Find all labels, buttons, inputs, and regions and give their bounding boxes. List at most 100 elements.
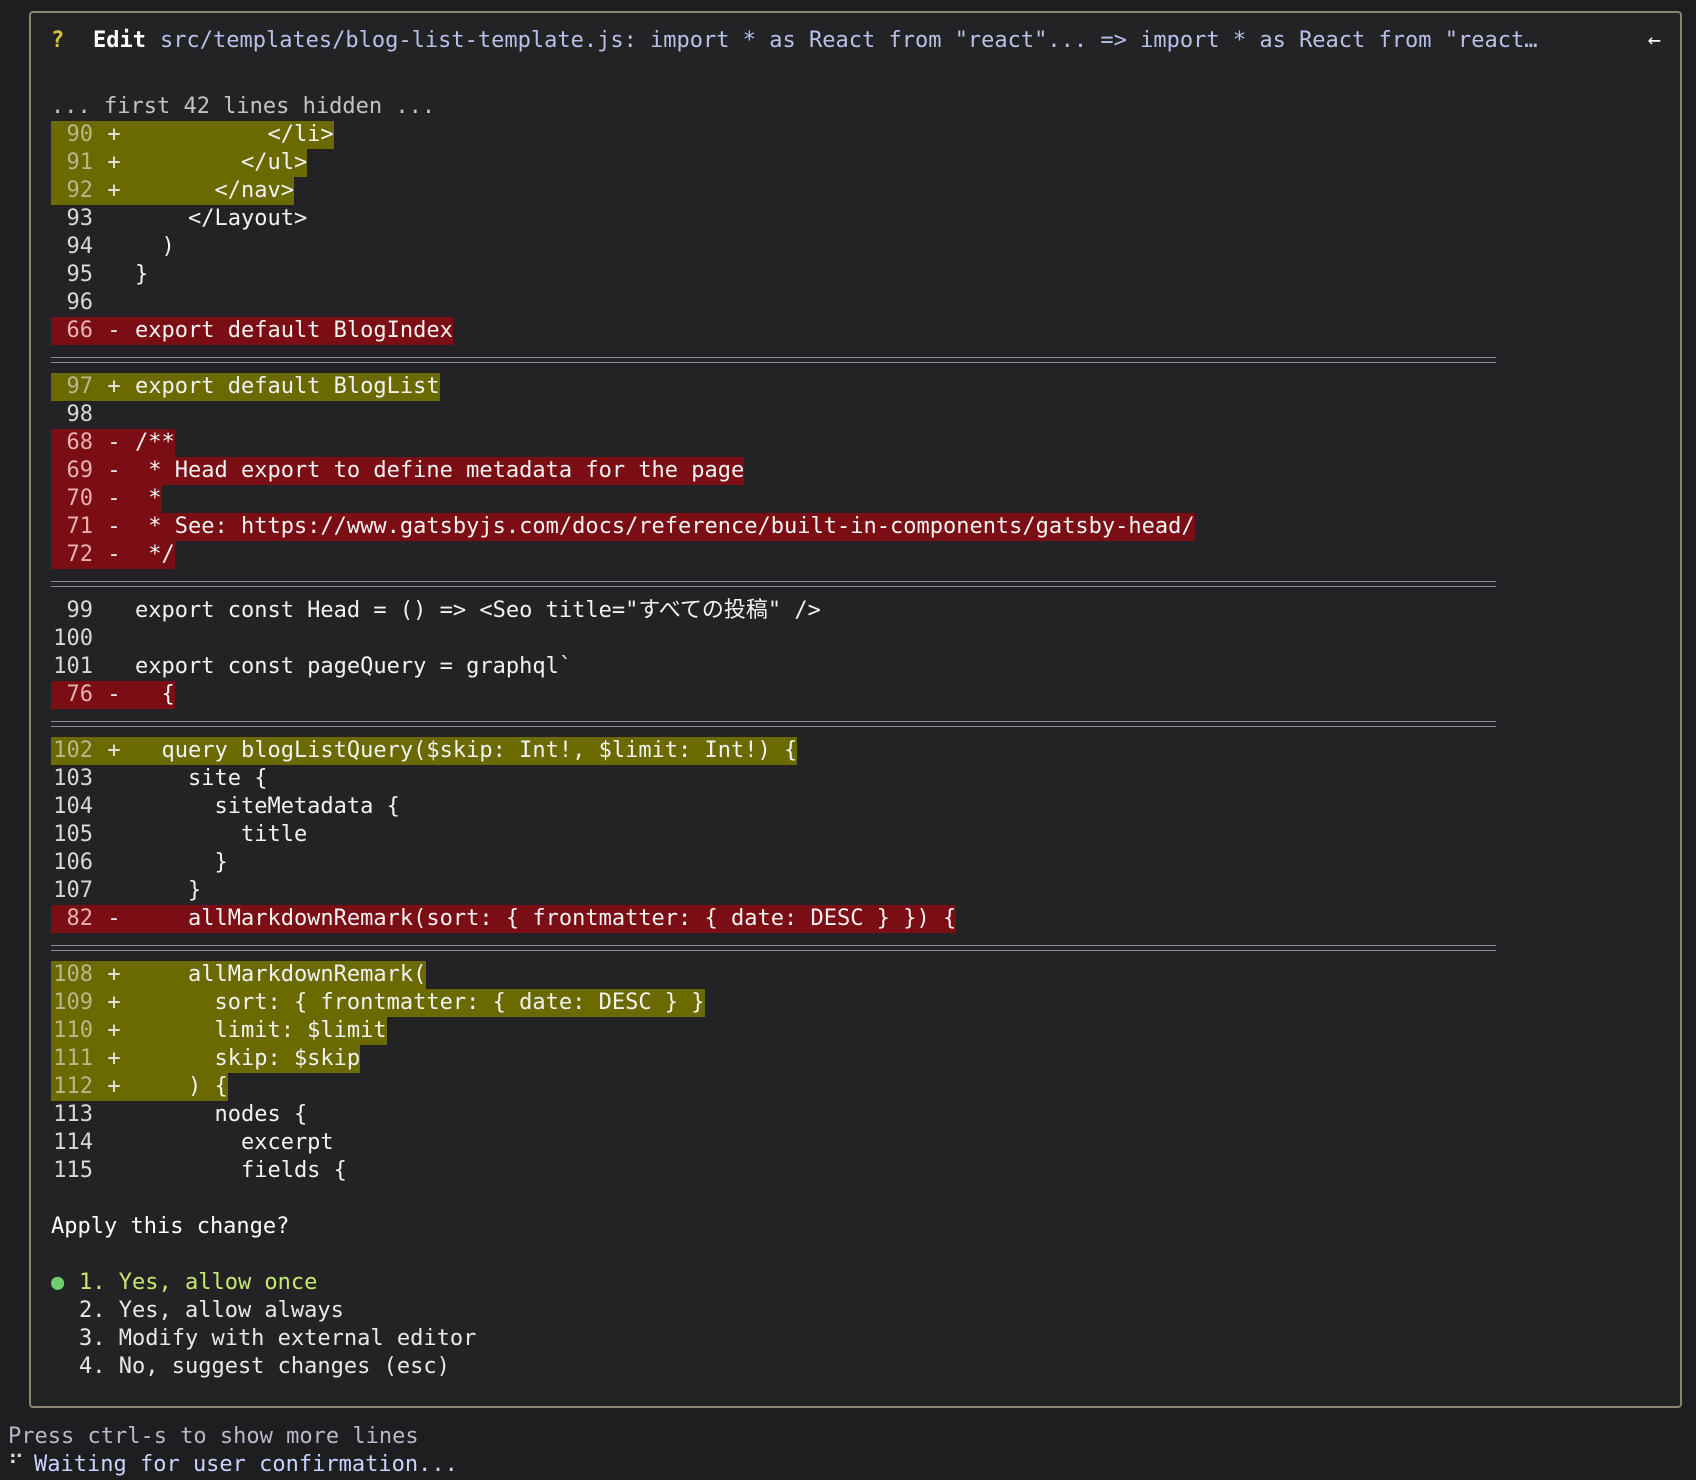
- line-number: 112: [53, 1074, 93, 1099]
- line-number: 114: [53, 1130, 93, 1155]
- diff-marker: -: [107, 542, 121, 567]
- diff-line-added: 112 + ) {: [51, 1073, 1195, 1101]
- diff-line-context: 114 excerpt: [51, 1129, 1195, 1157]
- apply-prompt: Apply this change?: [51, 1214, 290, 1239]
- line-number: 115: [53, 1158, 93, 1183]
- line-number: 101: [53, 654, 93, 679]
- option-item[interactable]: ● 1. Yes, allow once: [51, 1269, 476, 1297]
- diff-marker: +: [107, 1046, 121, 1071]
- option-label: 1. Yes, allow once: [79, 1270, 318, 1295]
- diff-line-context: 106 }: [51, 849, 1195, 877]
- question-icon: ?: [51, 28, 65, 53]
- diff-line-added: 110 + limit: $limit: [51, 1017, 1195, 1045]
- diff-view: 90 + </li> 91 + </ul> 92 + </nav> 93 </Layout>…: [51, 121, 1496, 1185]
- code-text: *: [135, 486, 162, 511]
- diff-marker: [93, 653, 135, 681]
- code-text: }: [135, 262, 149, 287]
- line-number: 102: [53, 738, 93, 763]
- diff-marker: [93, 821, 135, 849]
- code-text: query blogListQuery($skip: Int!, $limit:…: [135, 738, 798, 763]
- diff-line-context: 103 site {: [51, 765, 1195, 793]
- diff-line-removed: 70- *: [51, 485, 1195, 513]
- option-label: 2. Yes, allow always: [79, 1298, 344, 1323]
- code-text: allMarkdownRemark(sort: { frontmatter: {…: [135, 906, 957, 931]
- code-text: title: [135, 822, 308, 847]
- code-text: {: [135, 682, 175, 707]
- line-number: 111: [53, 1046, 93, 1071]
- diff-line-removed: 71- * See: https://www.gatsbyjs.com/docs…: [51, 513, 1195, 541]
- diff-marker: +: [107, 990, 121, 1015]
- line-number: 69: [66, 458, 94, 483]
- code-text: </Layout>: [135, 206, 308, 231]
- diff-marker: [93, 1101, 135, 1129]
- code-text: export default BlogIndex: [135, 318, 453, 343]
- diff-marker: +: [107, 122, 121, 147]
- line-number: 94: [66, 234, 94, 259]
- line-number: 107: [53, 878, 93, 903]
- diff-line-removed: 68-/**: [51, 429, 1195, 457]
- diff-marker: +: [107, 738, 121, 763]
- hunk-separator: [51, 345, 1496, 373]
- line-number: 99: [66, 598, 94, 623]
- diff-marker: [93, 625, 135, 653]
- line-number: 66: [66, 318, 94, 343]
- code-text: sort: { frontmatter: { date: DESC } }: [135, 990, 705, 1015]
- line-number: 71: [66, 514, 94, 539]
- diff-marker: [93, 401, 135, 429]
- diff-marker: [93, 261, 135, 289]
- hunk-separator: [51, 709, 1496, 737]
- line-number: 76: [66, 682, 94, 707]
- hunk-separator: [51, 933, 1496, 961]
- line-number: 96: [66, 290, 94, 315]
- options-list: ● 1. Yes, allow once 2. Yes, allow always 3…: [51, 1269, 476, 1381]
- diff-line-added: 92 + </nav>: [51, 177, 1195, 205]
- diff-marker: +: [107, 178, 121, 203]
- diff-line-removed: 72- */: [51, 541, 1195, 569]
- diff-marker: [93, 849, 135, 877]
- hunk-separator: [51, 569, 1496, 597]
- code-text: ) {: [135, 1074, 228, 1099]
- diff-marker: [93, 233, 135, 261]
- diff-line-context: 95 }: [51, 261, 1195, 289]
- line-number: 103: [53, 766, 93, 791]
- option-item[interactable]: 3. Modify with external editor: [51, 1325, 476, 1353]
- code-text: limit: $limit: [135, 1018, 387, 1043]
- code-text: export const pageQuery = graphql`: [135, 654, 573, 679]
- hidden-lines-note: ... first 42 lines hidden ...: [51, 94, 436, 119]
- tool-name: Edit: [93, 28, 146, 53]
- diff-marker: -: [107, 906, 121, 931]
- option-item[interactable]: 2. Yes, allow always: [51, 1297, 476, 1325]
- line-number: 90: [66, 122, 94, 147]
- code-text: }: [135, 850, 228, 875]
- diff-line-added: 90 + </li>: [51, 121, 1195, 149]
- code-text: fields {: [135, 1158, 347, 1183]
- show-more-hint: Press ctrl-s to show more lines: [8, 1424, 419, 1449]
- diff-marker: [93, 877, 135, 905]
- diff-line-context: 100: [51, 625, 1195, 653]
- line-number: 113: [53, 1102, 93, 1127]
- code-text: export const Head = () => <Seo title="すべ…: [135, 598, 821, 623]
- diff-marker: -: [107, 318, 121, 343]
- code-text: ): [135, 234, 175, 259]
- diff-line-context: 94 ): [51, 233, 1195, 261]
- diff-marker: [93, 765, 135, 793]
- diff-marker: [93, 1157, 135, 1185]
- code-text: allMarkdownRemark(: [135, 962, 427, 987]
- option-item[interactable]: 4. No, suggest changes (esc): [51, 1353, 476, 1381]
- code-text: * Head export to define metadata for the…: [135, 458, 745, 483]
- diff-line-removed: 66- export default BlogIndex: [51, 317, 1195, 345]
- diff-marker: -: [107, 514, 121, 539]
- diff-line-added: 111 + skip: $skip: [51, 1045, 1195, 1073]
- option-label: 4. No, suggest changes (esc): [79, 1354, 450, 1379]
- code-text: skip: $skip: [135, 1046, 361, 1071]
- line-number: 92: [66, 178, 94, 203]
- diff-line-context: 96: [51, 289, 1195, 317]
- diff-line-removed: 69- * Head export to define metadata for…: [51, 457, 1195, 485]
- diff-line-context: 113 nodes {: [51, 1101, 1195, 1129]
- diff-marker: +: [107, 962, 121, 987]
- line-number: 82: [66, 906, 94, 931]
- diff-marker: [93, 793, 135, 821]
- selected-dot-icon: ●: [51, 1270, 65, 1295]
- line-number: 104: [53, 794, 93, 819]
- code-text: </nav>: [135, 178, 294, 203]
